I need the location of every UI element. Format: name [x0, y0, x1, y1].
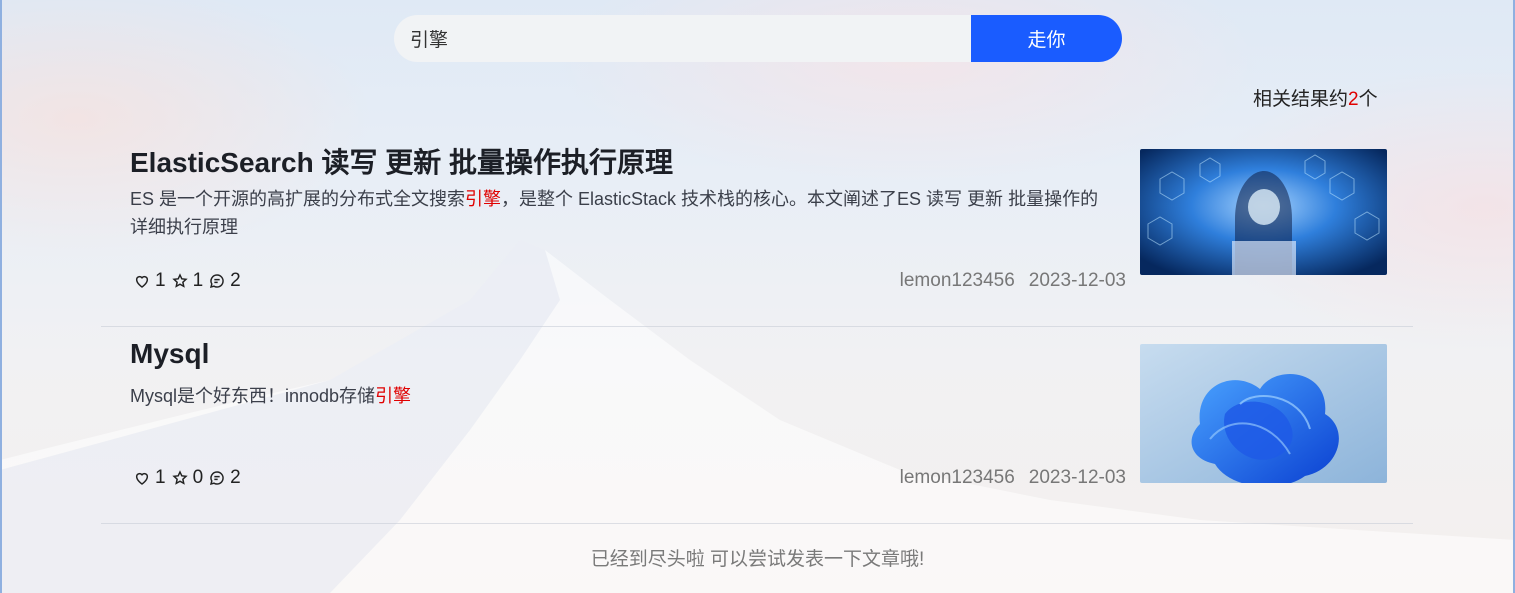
article-author[interactable]: lemon123456 [900, 467, 1015, 488]
comment-icon [210, 471, 224, 486]
article-stats: 1 0 2 [134, 467, 247, 489]
search-button[interactable]: 走你 [971, 15, 1122, 62]
article-meta: lemon123456 2023-12-03 [900, 467, 1126, 489]
article-date: 2023-12-03 [1028, 270, 1126, 291]
search-input[interactable] [394, 15, 971, 62]
article-item[interactable]: Mysql Mysql是个好东西！innodb存储引擎 1 0 2 lemon1… [101, 326, 1413, 524]
article-title[interactable]: ElasticSearch 读写 更新 批量操作执行原理 [130, 141, 673, 181]
like-stat[interactable]: 1 [134, 270, 166, 292]
result-count-suffix: 个 [1358, 89, 1378, 110]
comment-icon [210, 274, 224, 289]
star-icon [171, 470, 188, 485]
article-thumbnail[interactable] [1140, 149, 1387, 275]
star-icon [171, 273, 188, 288]
comment-stat[interactable]: 2 [209, 467, 241, 489]
comment-count: 2 [230, 467, 241, 488]
favorite-stat[interactable]: 1 [171, 270, 204, 292]
article-date: 2023-12-03 [1028, 467, 1126, 488]
article-description: Mysql是个好东西！innodb存储引擎 [130, 382, 1110, 410]
article-description: ES 是一个开源的高扩展的分布式全文搜索引擎，是整个 ElasticStack … [130, 185, 1110, 241]
like-count: 1 [155, 270, 166, 291]
end-of-list-note: 已经到尽头啦 可以尝试发表一下文章哦! [590, 549, 925, 570]
description-text: ES 是一个开源的高扩展的分布式全文搜索 [130, 189, 466, 209]
article-meta: lemon123456 2023-12-03 [900, 270, 1126, 292]
result-count: 相关结果约2个 [1253, 84, 1378, 111]
description-text: Mysql是个好东西！innodb存储 [130, 386, 376, 406]
article-author[interactable]: lemon123456 [900, 270, 1015, 291]
comment-count: 2 [230, 270, 241, 291]
cyber-hacker-image [1140, 149, 1387, 275]
article-stats: 1 1 2 [134, 270, 247, 292]
article-thumbnail[interactable] [1140, 344, 1387, 483]
article-title[interactable]: Mysql [130, 338, 209, 370]
like-count: 1 [155, 467, 166, 488]
heart-icon [135, 275, 149, 288]
article-item[interactable]: ElasticSearch 读写 更新 批量操作执行原理 ES 是一个开源的高扩… [101, 129, 1413, 327]
description-highlight: 引擎 [465, 189, 502, 209]
comment-stat[interactable]: 2 [209, 270, 241, 292]
description-highlight: 引擎 [375, 386, 412, 406]
windows-bloom-image [1140, 344, 1387, 483]
heart-icon [135, 472, 149, 485]
result-count-prefix: 相关结果约 [1253, 89, 1349, 110]
favorite-count: 0 [192, 467, 204, 488]
like-stat[interactable]: 1 [134, 467, 166, 489]
search-bar: 走你 [394, 15, 1122, 62]
favorite-stat[interactable]: 0 [171, 467, 204, 489]
result-count-number: 2 [1348, 89, 1359, 110]
favorite-count: 1 [192, 270, 204, 291]
window-border-left [0, 0, 2, 593]
